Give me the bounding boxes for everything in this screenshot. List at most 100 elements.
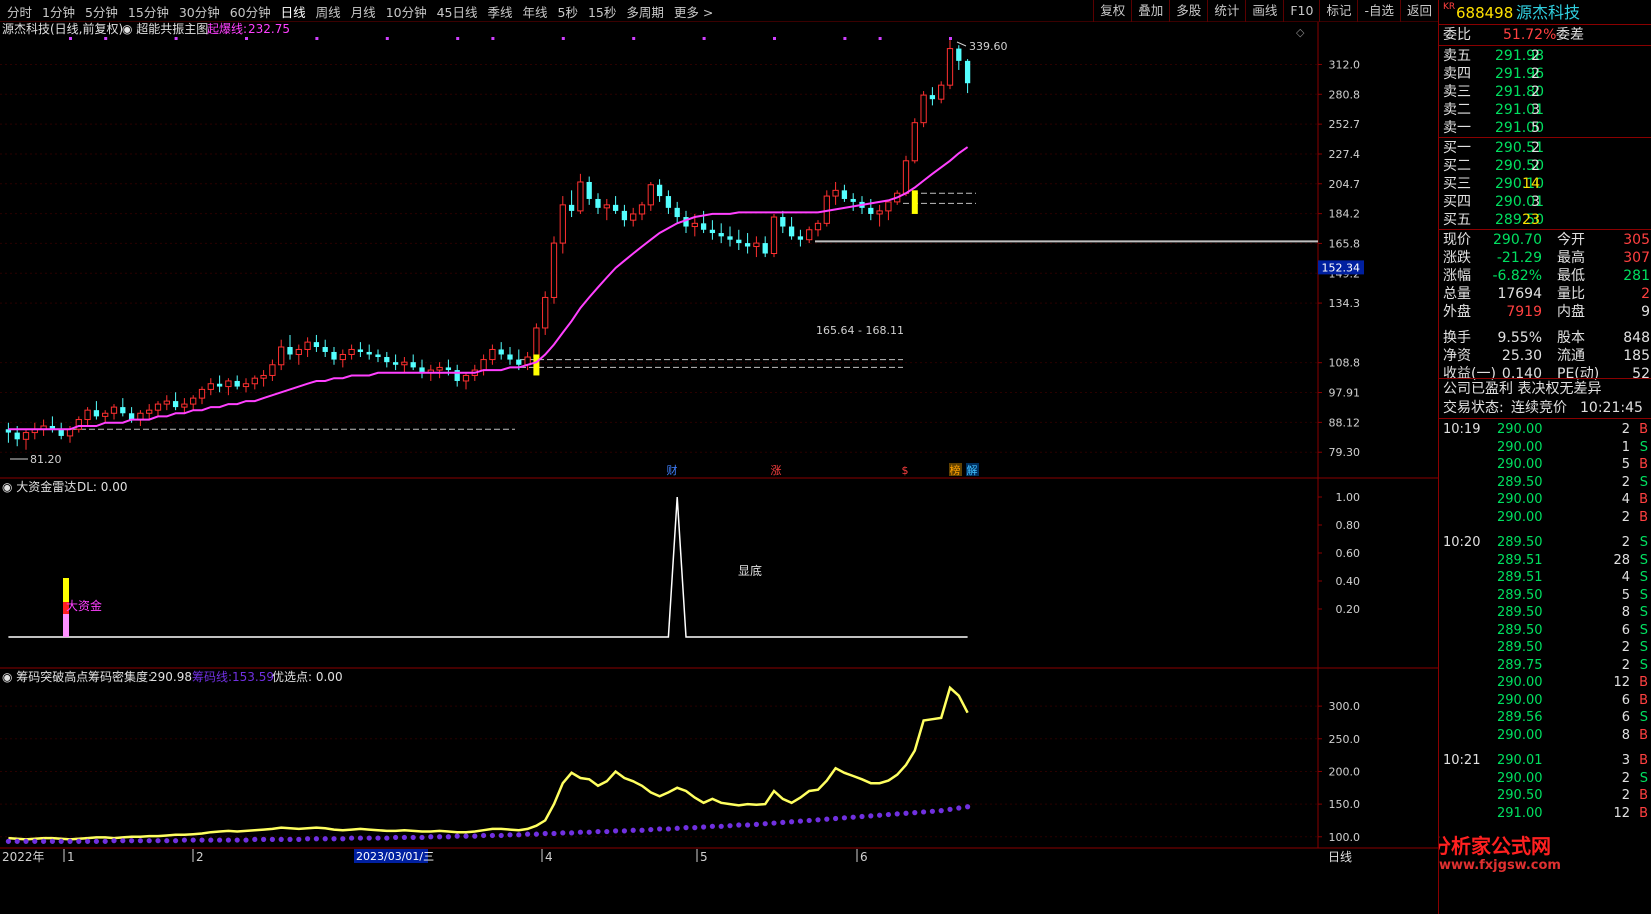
chip-line-dot [489, 832, 495, 839]
chip-series-name: 筹码密集度: [88, 669, 152, 684]
tick-price: 290.00 [1497, 509, 1543, 525]
price-tick-label: 227.4 [1329, 148, 1361, 161]
candle-body [753, 242, 760, 248]
stat-value: 307 [1623, 250, 1650, 266]
chip-line-dot [331, 836, 337, 842]
notice-row: 公司已盈利 表决权无差异 [1439, 380, 1651, 399]
month-label: 6 [860, 850, 868, 864]
price-tick-label: 88.12 [1329, 416, 1361, 429]
ask-volume: 2 [1531, 84, 1540, 100]
chip-line-dot [833, 815, 839, 822]
chip-line-dot [542, 830, 548, 837]
chip-line-dot [921, 809, 927, 815]
chip-line-dot [102, 838, 108, 844]
radar-tick-label: 0.40 [1336, 575, 1361, 588]
radar-tick-label: 1.00 [1336, 491, 1361, 504]
candle-body [163, 400, 170, 405]
chip-line-dot [621, 828, 628, 834]
chip-line-dot [824, 816, 830, 822]
event-marker: 解 [967, 463, 978, 477]
candle-body [595, 198, 601, 208]
indicator-name: ◉ 超能共振主图 [122, 21, 208, 36]
price-tick-label: 97.91 [1329, 387, 1361, 400]
tick-row: 289.50 8 S [1439, 603, 1651, 622]
price-tick-label: 108.8 [1329, 357, 1361, 370]
chip-line-dot [877, 812, 883, 818]
signal-dot [174, 37, 178, 40]
candle-body [339, 353, 346, 361]
candle-body [75, 419, 82, 430]
tick-row: 290.00 8 B [1439, 726, 1651, 745]
tick-price: 290.00 [1497, 692, 1543, 708]
ma-line [8, 146, 969, 431]
high-label: 339.60 [969, 40, 1008, 53]
candle-body [727, 236, 733, 240]
gap-label: 165.64 - 168.11 [816, 324, 904, 337]
ask-label: 卖五 [1443, 48, 1471, 64]
candle-body [814, 222, 822, 231]
chip-line-dot [49, 838, 56, 844]
candle-body [709, 229, 716, 234]
tick-side: S [1639, 770, 1648, 786]
chip-line-dot [393, 834, 399, 841]
chip-line-dot [322, 836, 328, 842]
stat-value: 2 [1641, 286, 1650, 302]
chip-line-dot [577, 829, 584, 835]
candle-body [120, 407, 126, 414]
stat-label: 股本 [1557, 330, 1585, 346]
chip-line-dot [692, 825, 698, 831]
ask-label: 卖一 [1443, 120, 1471, 136]
chip-line-dot [841, 815, 848, 821]
tick-side: B [1639, 788, 1648, 803]
signal-dot [561, 37, 565, 40]
tick-row: 290.00 2 S [1439, 769, 1651, 788]
candle-body [507, 354, 513, 360]
kline-chart-area[interactable]: 源杰科技(日线,前复权)◉ 超能共振主图起爆线: 232.75 ◇ 312.0 280.… [0, 0, 1438, 914]
tick-price: 290.01 [1497, 753, 1543, 768]
candle-body [348, 348, 355, 355]
chip-line-dot [947, 806, 953, 812]
candle-body [850, 198, 856, 202]
chip-line-dot [401, 834, 407, 841]
divider [1439, 418, 1651, 419]
candle-body [269, 364, 276, 376]
candle-body [181, 403, 188, 408]
tick-volume: 2 [1621, 535, 1630, 550]
stock-title-row: KR 688498 源杰科技 [1439, 2, 1651, 24]
tick-price: 290.00 [1497, 457, 1543, 472]
tick-price: 289.56 [1497, 710, 1543, 725]
chip-line-dot [701, 824, 707, 830]
tick-row: 290.00 6 B [1439, 691, 1651, 710]
signal-candle [533, 354, 540, 376]
tick-time: 10:21 [1443, 753, 1481, 768]
chip-tick-label: 150.0 [1329, 798, 1361, 811]
candle-body [401, 361, 408, 366]
ask-label: 卖三 [1443, 84, 1471, 100]
candle-body [577, 181, 584, 212]
diff-label: 委差 [1556, 27, 1584, 43]
chip-line-dot [287, 836, 293, 842]
chip-line-dot [665, 826, 672, 832]
chip-line-dot [613, 828, 619, 834]
bid-row: 买一 290.51 2 [1439, 139, 1651, 158]
candle-body [436, 366, 443, 371]
tick-side: B [1639, 509, 1648, 525]
chip-series-value: 153.59 [232, 670, 274, 684]
chip-line-dot [261, 836, 267, 842]
candle-body [736, 239, 742, 244]
stat-row: 现价 290.70 今开 305 [1439, 231, 1651, 250]
tick-side: B [1639, 422, 1648, 437]
event-marker: 涨 [771, 464, 782, 477]
watermark-url: www.fxjgsw.com [1439, 858, 1561, 873]
tick-row: 289.50 2 S [1439, 473, 1651, 492]
ask-label: 卖二 [1443, 102, 1471, 118]
tick-volume: 12 [1613, 675, 1630, 690]
chip-line-dot [516, 832, 522, 838]
chip-series-name: 筹码线: [192, 670, 232, 684]
tick-volume: 3 [1621, 753, 1630, 768]
tick-volume: 8 [1621, 727, 1630, 743]
chip-line-dot [340, 836, 346, 842]
chip-line-dot [463, 833, 469, 839]
stat-value: -21.29 [1496, 250, 1542, 266]
chip-line-dot [14, 838, 20, 844]
